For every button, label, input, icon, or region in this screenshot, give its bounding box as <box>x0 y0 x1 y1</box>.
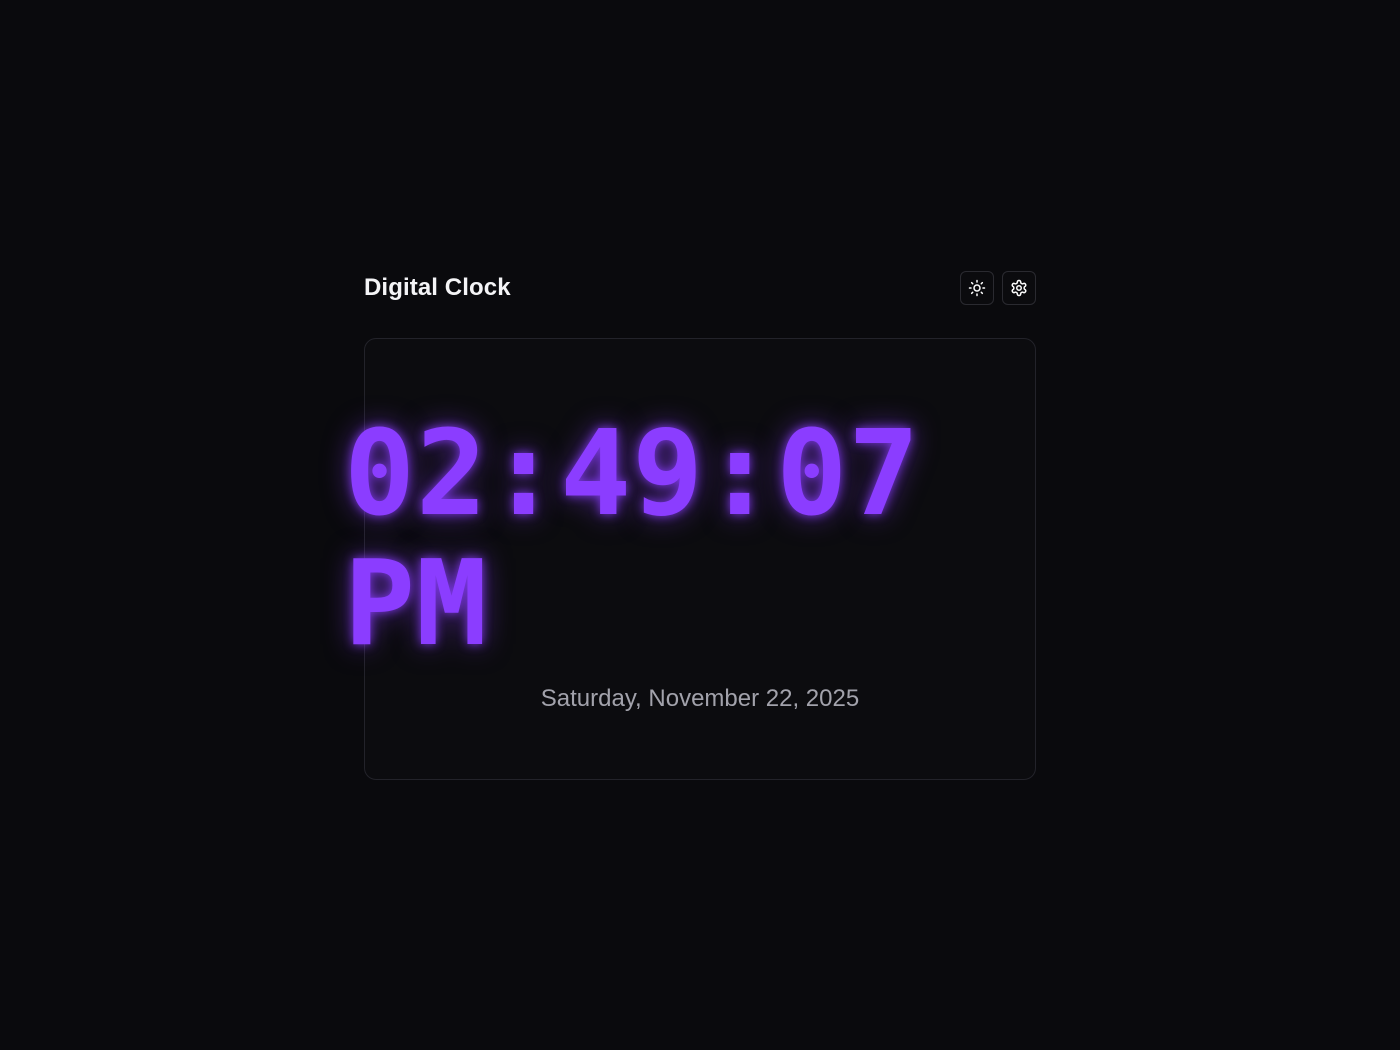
sun-icon <box>968 279 986 297</box>
time-display: 02:49:07 PM <box>344 408 1056 668</box>
page-title: Digital Clock <box>364 274 511 301</box>
time-digits: 02:49:07 <box>344 404 921 542</box>
gear-icon <box>1011 279 1027 297</box>
theme-toggle-button[interactable] <box>960 271 994 305</box>
header-actions <box>960 271 1036 305</box>
settings-button[interactable] <box>1002 271 1036 305</box>
header: Digital Clock <box>364 270 1036 306</box>
clock-page: Digital Clock 02:49:07 PM Saturday, Nove… <box>0 0 1400 1050</box>
date-display: Saturday, November 22, 2025 <box>540 685 860 712</box>
time-meridiem: PM <box>344 534 489 672</box>
